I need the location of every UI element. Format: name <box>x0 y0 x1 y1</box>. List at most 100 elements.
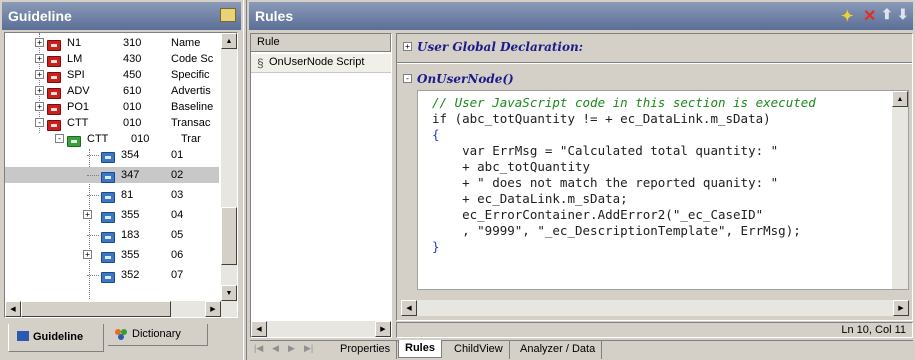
tab-properties[interactable]: Properties <box>334 341 398 359</box>
delete-icon[interactable]: ✕ <box>863 6 876 26</box>
node-code: N1 <box>67 37 82 49</box>
tree-leaf[interactable]: +355 04 <box>5 207 219 223</box>
collapse-icon[interactable]: - <box>55 134 64 143</box>
leaf-code: 355 <box>121 209 140 221</box>
tree-leaf[interactable]: 352 07 <box>5 267 219 283</box>
tree-vertical-scrollbar[interactable]: ▲ ▼ <box>221 33 237 301</box>
scroll-left-button[interactable]: ◀ <box>5 301 21 317</box>
last-tab-icon[interactable]: ▶| <box>304 343 313 354</box>
node-description: Baseline <box>171 101 214 113</box>
node-number: 010 <box>123 101 142 113</box>
folder-icon <box>47 87 61 99</box>
tab-guideline-label: Guideline <box>33 331 84 343</box>
expander-icon[interactable]: - <box>35 118 44 127</box>
scroll-down-button[interactable]: ▼ <box>221 285 237 301</box>
section-onusernode[interactable]: - OnUserNode() <box>401 70 909 88</box>
expander-icon[interactable]: + <box>83 210 92 219</box>
node-number: 310 <box>123 37 142 49</box>
tree-node[interactable]: - CTT 010 Transac <box>5 115 219 131</box>
prev-tab-icon[interactable]: ◀ <box>272 343 279 354</box>
leaf-number: 02 <box>171 169 184 181</box>
code-area[interactable]: // User JavaScript code in this section … <box>417 90 909 290</box>
script-editor[interactable]: + User Global Declaration: - OnUserNode(… <box>396 33 913 321</box>
tab-childview[interactable]: ChildView <box>448 341 510 359</box>
expander-icon[interactable]: + <box>35 102 44 111</box>
tree-leaf[interactable]: 354 01 <box>5 147 219 163</box>
rules-horizontal-scrollbar[interactable]: ◀ ▶ <box>251 321 391 337</box>
guideline-title: Guideline <box>8 8 72 24</box>
node-code: CTT <box>67 117 89 129</box>
rules-scroll-right-button[interactable]: ▶ <box>375 321 391 337</box>
editor-horizontal-scrollbar[interactable]: ◀ ▶ <box>401 300 909 316</box>
section-user-global[interactable]: + User Global Declaration: <box>401 38 909 56</box>
tab-nav-buttons: |◀ ◀ ▶ ▶| <box>254 343 330 357</box>
editor-scroll-right-button[interactable]: ▶ <box>893 300 909 316</box>
segment-icon <box>101 251 115 263</box>
expander-icon[interactable]: + <box>83 250 92 259</box>
move-down-icon[interactable]: ⬇ <box>897 6 909 23</box>
tree-node[interactable]: + PO1 010 Baseline <box>5 99 219 115</box>
section-title: User Global Declaration: <box>417 40 584 54</box>
rule-item[interactable]: § OnUserNode Script <box>251 54 391 72</box>
vertical-splitter[interactable] <box>243 0 247 360</box>
collapse-icon[interactable]: - <box>403 74 412 83</box>
expander-icon[interactable]: + <box>35 70 44 79</box>
tab-analyzer-data[interactable]: Analyzer / Data <box>514 341 603 359</box>
left-tabs: Guideline Dictionary <box>4 322 238 356</box>
folder-icon <box>47 71 61 83</box>
code-scroll-up-button[interactable]: ▲ <box>892 91 908 107</box>
scroll-h-thumb[interactable] <box>21 301 171 317</box>
leaf-code: 183 <box>121 229 140 241</box>
expander-icon[interactable]: + <box>35 38 44 47</box>
guideline-tab-icon <box>17 331 29 341</box>
code-line: + " does not match the reported quanity:… <box>432 175 779 190</box>
expand-icon[interactable]: + <box>403 42 412 51</box>
node-description: Code Sc <box>171 53 214 65</box>
bottom-tab-strip: |◀ ◀ ▶ ▶| Properties Rules ChildView Ana… <box>250 340 913 360</box>
next-tab-icon[interactable]: ▶ <box>288 343 295 354</box>
guideline-panel: Guideline + N1 310 Name + LM 430 Code Sc + SPI 450… <box>0 0 243 360</box>
code-line: if (abc_totQuantity != + ec_DataLink.m_s… <box>432 111 771 126</box>
tab-rules[interactable]: Rules <box>398 340 442 358</box>
editor-scroll-left-button[interactable]: ◀ <box>401 300 417 316</box>
segment-icon <box>101 171 115 183</box>
expander-icon[interactable]: + <box>35 54 44 63</box>
code-vertical-scrollbar[interactable]: ▲ <box>892 91 908 289</box>
add-rule-icon[interactable]: ✦ <box>841 7 854 25</box>
scroll-up-button[interactable]: ▲ <box>221 33 237 49</box>
tree-node[interactable]: + SPI 450 Specific <box>5 67 219 83</box>
node-code: LM <box>67 53 83 65</box>
cursor-position: Ln 10, Col 11 <box>841 324 906 336</box>
scroll-thumb[interactable] <box>221 207 237 265</box>
move-up-icon[interactable]: ⬆ <box>881 6 893 23</box>
tab-guideline[interactable]: Guideline <box>8 324 104 352</box>
tree-horizontal-scrollbar[interactable]: ◀ ▶ <box>5 301 237 317</box>
tree-leaf[interactable]: 183 05 <box>5 227 219 243</box>
rules-list[interactable]: Rule § OnUserNode Script ◀ ▶ <box>250 33 392 338</box>
script-icon: § <box>257 56 264 70</box>
leaf-number: 07 <box>171 269 184 281</box>
leaf-code: 81 <box>121 189 134 201</box>
tab-dictionary[interactable]: Dictionary <box>108 324 208 346</box>
rules-scroll-left-button[interactable]: ◀ <box>251 321 267 337</box>
expander-icon[interactable]: + <box>35 86 44 95</box>
code-line: var ErrMsg = "Calculated total quantity:… <box>432 143 779 158</box>
guideline-tree[interactable]: + N1 310 Name + LM 430 Code Sc + SPI 450 Specific + A… <box>4 32 238 318</box>
leaf-code: 355 <box>121 249 140 261</box>
tree-leaf[interactable]: +355 06 <box>5 247 219 263</box>
folder-icon <box>47 39 61 51</box>
tree-connector <box>87 175 99 176</box>
tree-leaf[interactable]: 347 02 <box>5 167 219 183</box>
scroll-right-button[interactable]: ▶ <box>205 301 221 317</box>
rule-column-header[interactable]: Rule <box>251 34 391 52</box>
folder-up-icon[interactable] <box>220 8 236 22</box>
tree-node[interactable]: + LM 430 Code Sc <box>5 51 219 67</box>
node-number: 010 <box>123 117 142 129</box>
tree-node[interactable]: + N1 310 Name <box>5 35 219 51</box>
node-description: Advertis <box>171 85 211 97</box>
tree-subgroup[interactable]: - CTT 010 Trar <box>5 131 219 147</box>
tree-node[interactable]: + ADV 610 Advertis <box>5 83 219 99</box>
segment-icon <box>101 211 115 223</box>
first-tab-icon[interactable]: |◀ <box>254 343 263 354</box>
tree-leaf[interactable]: 81 03 <box>5 187 219 203</box>
